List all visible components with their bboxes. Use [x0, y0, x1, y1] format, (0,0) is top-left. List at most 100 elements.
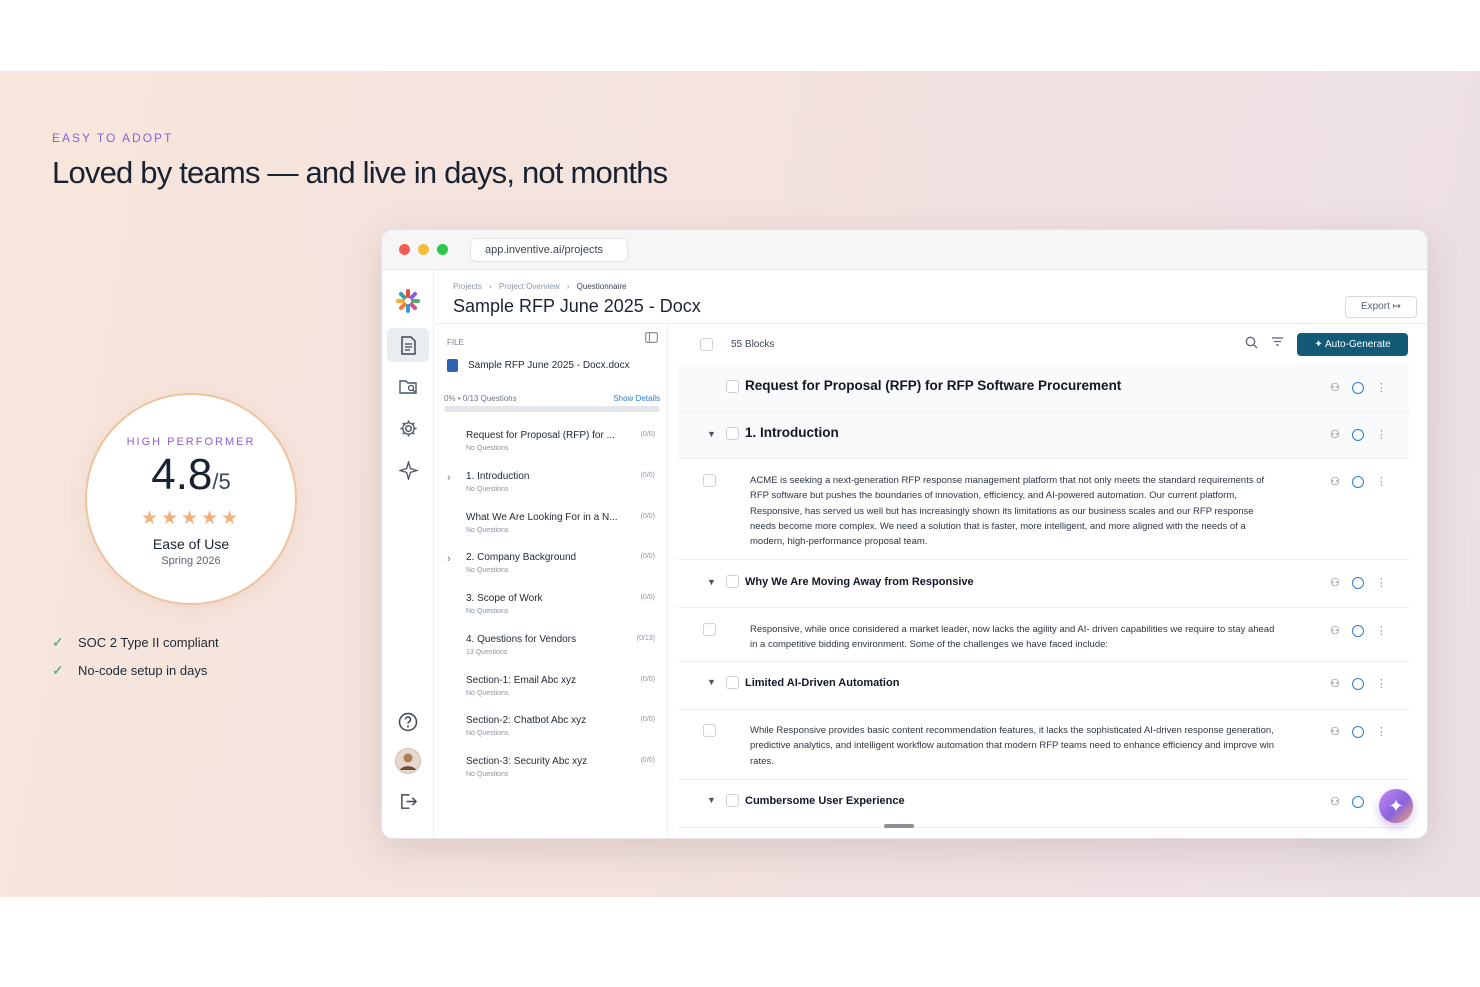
block-checkbox[interactable] — [726, 794, 739, 807]
status-icon[interactable] — [1351, 725, 1364, 738]
status-icon[interactable] — [1351, 624, 1364, 637]
headline: Loved by teams — and live in days, not m… — [52, 155, 668, 190]
close-dot[interactable] — [399, 244, 410, 255]
assign-users-icon[interactable]: ⚇ — [1330, 475, 1340, 488]
breadcrumb: Projects › Project Overview › Questionna… — [453, 282, 627, 291]
select-all-checkbox[interactable] — [700, 338, 713, 351]
assign-users-icon[interactable]: ⚇ — [1330, 428, 1340, 441]
check-item: ✓ No-code setup in days — [52, 661, 208, 678]
panel-toggle-icon[interactable] — [645, 332, 658, 346]
gear-icon[interactable] — [387, 411, 429, 445]
high-performer-badge: HIGH PERFORMER 4.8/5 ★★★★★ Ease of Use S… — [85, 393, 297, 605]
assign-users-icon[interactable]: ⚇ — [1330, 624, 1340, 637]
more-icon[interactable]: ⋮ — [1376, 381, 1387, 394]
avatar[interactable] — [387, 744, 429, 778]
filter-icon[interactable] — [1271, 335, 1284, 351]
more-icon[interactable]: ⋮ — [1376, 725, 1387, 738]
block-checkbox[interactable] — [703, 623, 716, 636]
badge-category: Ease of Use — [152, 536, 230, 552]
section-item[interactable]: 3. Scope of Work (0/0) No Questions — [447, 593, 659, 623]
section-item[interactable]: Request for Proposal (RFP) for ... (0/0) N… — [447, 430, 659, 460]
feature-checklist: ✓ SOC 2 Type II compliant ✓ No-code setup … — [52, 628, 219, 684]
block-row[interactable]: Responsive, while once considered a mark… — [678, 608, 1409, 662]
ai-assistant-button[interactable]: ✦ — [1379, 789, 1413, 823]
hero-section: EASY TO ADOPT Loved by teams — and live … — [0, 71, 1480, 897]
show-details-link[interactable]: Show Details — [613, 394, 660, 403]
file-name[interactable]: Sample RFP June 2025 - Docx.docx — [447, 359, 630, 372]
search-icon[interactable] — [1245, 336, 1258, 352]
section-item[interactable]: 4. Questions for Vendors (0/13) 13 Questio… — [447, 634, 659, 664]
section-item[interactable]: › 2. Company Background (0/0) No Questions — [447, 552, 659, 582]
more-icon[interactable]: ⋮ — [1376, 677, 1387, 690]
page-title: Sample RFP June 2025 - Docx — [453, 296, 701, 316]
docx-file-icon — [447, 359, 458, 372]
help-icon[interactable] — [387, 705, 429, 739]
block-checkbox[interactable] — [726, 575, 739, 588]
scroll-handle[interactable] — [884, 824, 914, 828]
breadcrumb-questionnaire: Questionnaire — [576, 282, 627, 291]
status-icon[interactable] — [1351, 428, 1364, 441]
block-row[interactable]: While Responsive provides basic content … — [678, 710, 1409, 780]
block-row[interactable]: Request for Proposal (RFP) for RFP Softw… — [678, 365, 1409, 412]
caret-down-icon[interactable]: ▼ — [707, 795, 716, 805]
check-item: ✓ SOC 2 Type II compliant — [52, 633, 219, 650]
block-checkbox[interactable] — [703, 724, 716, 737]
sparkle-icon[interactable] — [387, 453, 429, 487]
section-item[interactable]: › 1. Introduction (0/0) No Questions — [447, 471, 659, 501]
block-checkbox[interactable] — [703, 474, 716, 487]
assign-users-icon[interactable]: ⚇ — [1330, 677, 1340, 690]
more-icon[interactable]: ⋮ — [1376, 624, 1387, 637]
block-row[interactable]: ▼ 1. Introduction ⚇ ⋮ — [678, 412, 1409, 459]
caret-down-icon[interactable]: ▼ — [707, 577, 716, 587]
block-row[interactable]: ACME is seeking a next-generation RFP re… — [678, 459, 1409, 560]
minimize-dot[interactable] — [418, 244, 429, 255]
logout-icon[interactable] — [387, 784, 429, 818]
section-item[interactable]: Section-1: Email Abc xyz (0/0) No Question… — [447, 675, 659, 705]
caret-down-icon[interactable]: ▼ — [707, 677, 716, 687]
star-rating: ★★★★★ — [140, 508, 242, 529]
section-item[interactable]: Section-3: Security Abc xyz (0/0) No Quest… — [447, 756, 659, 786]
block-checkbox[interactable] — [726, 427, 739, 440]
chevron-right-icon: › — [447, 472, 451, 484]
section-item[interactable]: What We Are Looking For in a N... (0/0) No… — [447, 512, 659, 542]
url-bar[interactable]: app.inventive.ai/projects — [470, 238, 628, 262]
section-item[interactable]: Section-2: Chatbot Abc xyz (0/0) No Questi… — [447, 715, 659, 745]
chevron-right-icon: › — [447, 553, 451, 565]
status-icon[interactable] — [1351, 475, 1364, 488]
block-checkbox[interactable] — [726, 676, 739, 689]
blocks-count: 55 Blocks — [731, 339, 775, 350]
status-icon[interactable] — [1351, 576, 1364, 589]
more-icon[interactable]: ⋮ — [1376, 576, 1387, 589]
assign-users-icon[interactable]: ⚇ — [1330, 381, 1340, 394]
assign-users-icon[interactable]: ⚇ — [1330, 576, 1340, 589]
block-list: Request for Proposal (RFP) for RFP Softw… — [678, 365, 1409, 838]
badge-label: HIGH PERFORMER — [126, 436, 256, 448]
badge-score: 4.8/5 — [151, 450, 231, 499]
block-row[interactable]: ▼ Limited AI-Driven Automation ⚇ ⋮ — [678, 662, 1409, 710]
logo[interactable] — [387, 284, 429, 318]
block-row[interactable]: ▼ Why We Are Moving Away from Responsive… — [678, 560, 1409, 608]
breadcrumb-project-overview[interactable]: Project Overview — [499, 282, 559, 291]
status-icon[interactable] — [1351, 795, 1364, 808]
export-icon: ↦ — [1392, 301, 1402, 312]
document-icon[interactable] — [387, 328, 429, 362]
progress-summary: 0% • 0/13 Questions Show Details — [444, 394, 660, 403]
browser-chrome: app.inventive.ai/projects — [382, 230, 1427, 270]
check-icon: ✓ — [52, 633, 64, 650]
caret-down-icon[interactable]: ▼ — [707, 429, 716, 439]
assign-users-icon[interactable]: ⚇ — [1330, 795, 1340, 808]
maximize-dot[interactable] — [437, 244, 448, 255]
more-icon[interactable]: ⋮ — [1376, 475, 1387, 488]
block-checkbox[interactable] — [726, 380, 739, 393]
export-button[interactable]: Export ↦ — [1345, 296, 1417, 318]
breadcrumb-projects[interactable]: Projects — [453, 282, 482, 291]
progress-bar — [444, 406, 660, 412]
status-icon[interactable] — [1351, 381, 1364, 394]
more-icon[interactable]: ⋮ — [1376, 428, 1387, 441]
folder-search-icon[interactable] — [387, 369, 429, 403]
assign-users-icon[interactable]: ⚇ — [1330, 725, 1340, 738]
block-row[interactable]: ▼ Cumbersome User Experience ⚇ — [678, 780, 1409, 828]
status-icon[interactable] — [1351, 677, 1364, 690]
app-window: app.inventive.ai/projects Projects › Pro… — [381, 229, 1428, 839]
auto-generate-button[interactable]: ✦ Auto-Generate — [1297, 333, 1408, 356]
